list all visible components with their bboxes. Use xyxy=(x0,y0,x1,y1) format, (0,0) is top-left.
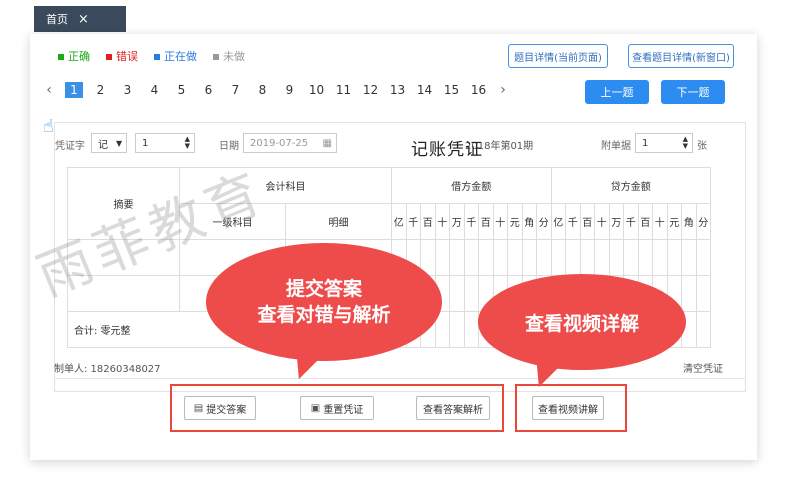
attach-label: 附单据 xyxy=(601,141,631,152)
debit-digit: 千 xyxy=(405,203,421,240)
reset-voucher-button[interactable]: ▣ 重置凭证 xyxy=(300,396,374,420)
debit-digit: 元 xyxy=(507,203,523,240)
question-pager: ‹ 1 2 3 4 5 6 7 8 9 10 11 12 13 14 15 16… xyxy=(38,82,514,98)
debit-digit: 百 xyxy=(420,203,436,240)
debit-digit: 万 xyxy=(449,203,465,240)
credit-digit: 百 xyxy=(579,203,595,240)
page-11[interactable]: 11 xyxy=(330,83,357,97)
credit-digit: 十 xyxy=(652,203,668,240)
credit-digit: 百 xyxy=(637,203,653,240)
legend-correct: 正确 xyxy=(58,48,90,64)
debit-digit: 分 xyxy=(536,203,552,240)
calendar-icon: ▦ xyxy=(322,137,332,149)
debit-digit: 十 xyxy=(434,203,450,240)
page-5[interactable]: 5 xyxy=(168,83,195,97)
debit-digit: 千 xyxy=(463,203,479,240)
video-callout-bubble: 查看视频详解 xyxy=(478,274,686,370)
page-4[interactable]: 4 xyxy=(141,83,168,97)
maker-text: 制单人: 18260348027 xyxy=(54,364,161,375)
screen: 首页 × 正确 错误 正在做 未做 题目详情(当前页面) 查看题目详情(新窗口)… xyxy=(0,0,790,486)
detail-new-window-button[interactable]: 查看题目详情(新窗口) xyxy=(628,44,734,68)
clear-voucher-link[interactable]: 清空凭证 xyxy=(683,360,723,375)
next-question-button[interactable]: 下一题 xyxy=(661,80,725,104)
bubble-line-1: 提交答案 xyxy=(285,278,362,300)
credit-digit: 角 xyxy=(681,203,697,240)
page-6[interactable]: 6 xyxy=(195,83,222,97)
close-icon[interactable]: × xyxy=(78,12,89,27)
tab-home[interactable]: 首页 × xyxy=(34,6,126,32)
legend-wrong: 错误 xyxy=(106,48,138,64)
detail-header: 明细 xyxy=(285,203,392,240)
credit-digit: 千 xyxy=(565,203,581,240)
debit-digit: 亿 xyxy=(391,203,407,240)
voucher-header-row: 凭证字 记 ▼ 1 ▲ ▼ 日期 2019-07-25 ▦ 2018年第01期 附单据 … xyxy=(55,133,745,157)
page-3[interactable]: 3 xyxy=(114,83,141,97)
pager-next-icon[interactable]: › xyxy=(492,82,514,98)
page-10[interactable]: 10 xyxy=(303,83,330,97)
view-video-button[interactable]: 查看视频讲解 xyxy=(532,396,604,420)
voucher-number-stepper[interactable]: 1 ▲ ▼ xyxy=(135,133,195,153)
page-9[interactable]: 9 xyxy=(276,83,303,97)
hand-pointer-icon: ☝ xyxy=(43,116,54,137)
status-legend: 正确 错误 正在做 未做 xyxy=(58,48,245,64)
date-input[interactable]: 2019-07-25 ▦ xyxy=(243,133,337,153)
attach-unit: 张 xyxy=(697,141,707,152)
legend-undone: 未做 xyxy=(213,48,245,64)
credit-digit: 分 xyxy=(695,203,711,240)
submit-callout-bubble: 提交答案 查看对错与解析 xyxy=(206,243,442,361)
page-12[interactable]: 12 xyxy=(357,83,384,97)
credit-header: 贷方金额 xyxy=(550,167,711,204)
submit-answer-button[interactable]: ▤ 提交答案 xyxy=(184,396,256,420)
page-8[interactable]: 8 xyxy=(249,83,276,97)
page-2[interactable]: 2 xyxy=(87,83,114,97)
attach-count-stepper[interactable]: 1 ▲ ▼ xyxy=(635,133,693,153)
voucher-title: 记账凭证 xyxy=(411,140,483,160)
debit-digit: 百 xyxy=(478,203,494,240)
tab-home-label: 首页 xyxy=(46,13,68,26)
tab-bar: 首页 × xyxy=(30,0,760,34)
voucher-type-label: 凭证字 xyxy=(55,141,85,152)
reset-icon: ▣ xyxy=(310,402,321,414)
debit-header: 借方金额 xyxy=(391,167,552,204)
date-label: 日期 xyxy=(219,141,239,152)
credit-digit: 万 xyxy=(608,203,624,240)
document-icon: ▤ xyxy=(193,402,204,414)
credit-digit: 元 xyxy=(666,203,682,240)
page-15[interactable]: 15 xyxy=(438,83,465,97)
debit-digit: 十 xyxy=(492,203,508,240)
bubble-line-2: 查看对错与解析 xyxy=(257,304,391,326)
bubble-video-text: 查看视频详解 xyxy=(524,312,639,335)
prev-question-button[interactable]: 上一题 xyxy=(585,80,649,104)
credit-digit: 亿 xyxy=(550,203,566,240)
credit-digit: 十 xyxy=(594,203,610,240)
detail-current-button[interactable]: 题目详情(当前页面) xyxy=(508,44,608,68)
page-16[interactable]: 16 xyxy=(465,83,492,97)
debit-digit: 角 xyxy=(521,203,537,240)
divider xyxy=(54,378,746,379)
legend-doing: 正在做 xyxy=(154,48,197,64)
view-analysis-button[interactable]: 查看答案解析 xyxy=(416,396,490,420)
page-13[interactable]: 13 xyxy=(384,83,411,97)
voucher-type-select[interactable]: 记 ▼ xyxy=(91,133,127,153)
page-1[interactable]: 1 xyxy=(65,82,83,98)
pager-prev-icon[interactable]: ‹ xyxy=(38,82,60,98)
page-14[interactable]: 14 xyxy=(411,83,438,97)
credit-digit: 千 xyxy=(623,203,639,240)
page-7[interactable]: 7 xyxy=(222,83,249,97)
